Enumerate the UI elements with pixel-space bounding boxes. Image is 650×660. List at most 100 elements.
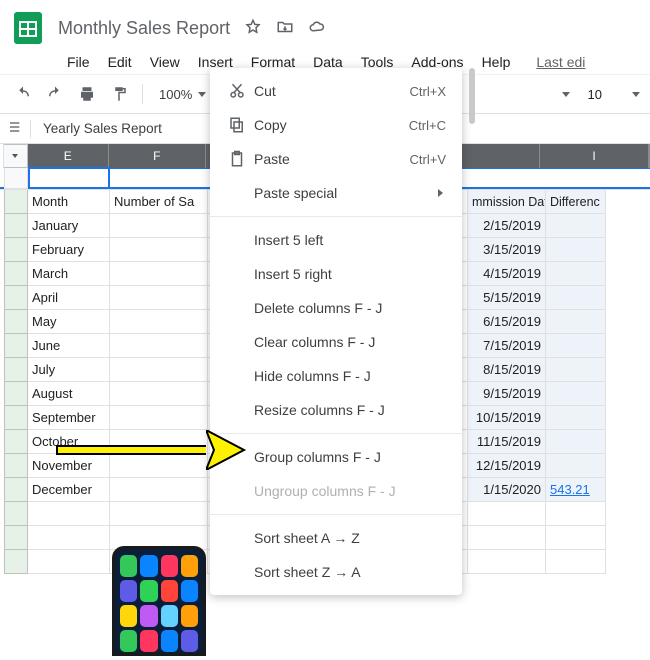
chevron-down-icon	[198, 92, 206, 97]
menu-sort-az[interactable]: Sort sheet A → Z	[210, 521, 462, 555]
move-icon[interactable]	[276, 18, 294, 39]
cell[interactable]	[110, 358, 208, 382]
menu-resize-columns[interactable]: Resize columns F - J	[210, 393, 462, 427]
cell-link[interactable]: 543.21	[546, 478, 606, 502]
row-header[interactable]	[4, 238, 28, 262]
menu-cut[interactable]: CutCtrl+X	[210, 74, 462, 108]
cell[interactable]	[110, 478, 208, 502]
cell-header-month[interactable]: Month	[28, 190, 110, 214]
menu-file[interactable]: File	[58, 50, 99, 74]
active-cell[interactable]	[28, 167, 110, 189]
menu-hide-columns[interactable]: Hide columns F - J	[210, 359, 462, 393]
column-header-i[interactable]: I	[540, 144, 649, 168]
cell-month[interactable]: April	[28, 286, 110, 310]
cell[interactable]	[110, 238, 208, 262]
row-header[interactable]	[4, 358, 28, 382]
document-title[interactable]: Monthly Sales Report	[52, 16, 236, 41]
star-icon[interactable]	[244, 18, 262, 39]
cell-link[interactable]	[546, 358, 606, 382]
menu-copy[interactable]: CopyCtrl+C	[210, 108, 462, 142]
cell-date[interactable]: 12/15/2019	[468, 454, 546, 478]
row-header[interactable]	[4, 406, 28, 430]
cell-link[interactable]	[546, 406, 606, 430]
cell-month[interactable]: March	[28, 262, 110, 286]
paint-format-button[interactable]	[106, 81, 132, 107]
cell-link[interactable]	[546, 238, 606, 262]
menu-insert-right[interactable]: Insert 5 right	[210, 257, 462, 291]
cell-header-sales[interactable]: Number of Sa	[110, 190, 208, 214]
menu-scrollbar[interactable]	[469, 68, 475, 124]
cell-header-comm[interactable]: mmission Date	[468, 190, 546, 214]
menu-paste-special[interactable]: Paste special	[210, 176, 462, 210]
row-header[interactable]	[4, 310, 28, 334]
menu-insert-left[interactable]: Insert 5 left	[210, 223, 462, 257]
cell-date[interactable]: 9/15/2019	[468, 382, 546, 406]
cell-link[interactable]	[546, 310, 606, 334]
cell-month[interactable]: August	[28, 382, 110, 406]
cell-link[interactable]	[546, 334, 606, 358]
cell-month[interactable]: May	[28, 310, 110, 334]
cell-month[interactable]: December	[28, 478, 110, 502]
cell-header-diff[interactable]: Differenc	[546, 190, 606, 214]
expand-column-button[interactable]	[4, 144, 28, 168]
column-header-f[interactable]: F	[109, 144, 206, 168]
menu-sort-za[interactable]: Sort sheet Z → A	[210, 555, 462, 589]
cell[interactable]	[110, 286, 208, 310]
row-header[interactable]	[4, 262, 28, 286]
cell-date[interactable]: 7/15/2019	[468, 334, 546, 358]
row-header[interactable]	[4, 430, 28, 454]
cell-month[interactable]: February	[28, 238, 110, 262]
cell[interactable]	[110, 406, 208, 430]
cell-date[interactable]: 3/15/2019	[468, 238, 546, 262]
cell-date[interactable]: 5/15/2019	[468, 286, 546, 310]
cell-date[interactable]: 2/15/2019	[468, 214, 546, 238]
row-header[interactable]	[4, 286, 28, 310]
menu-edit[interactable]: Edit	[99, 50, 141, 74]
cell-link[interactable]	[546, 286, 606, 310]
menu-view[interactable]: View	[141, 50, 189, 74]
cell-link[interactable]	[546, 214, 606, 238]
font-size-select[interactable]: 10	[578, 87, 624, 102]
cloud-icon[interactable]	[308, 18, 326, 39]
cell[interactable]	[110, 382, 208, 406]
cell-date[interactable]: 11/15/2019	[468, 430, 546, 454]
last-edit-link[interactable]: Last edi	[527, 50, 594, 74]
row-header[interactable]	[4, 454, 28, 478]
cut-icon	[228, 82, 254, 100]
cell-month[interactable]: January	[28, 214, 110, 238]
chevron-down-icon[interactable]	[562, 92, 570, 97]
cell-link[interactable]	[546, 382, 606, 406]
menu-paste[interactable]: PasteCtrl+V	[210, 142, 462, 176]
column-header-e[interactable]: E	[28, 144, 109, 168]
cell-link[interactable]	[546, 430, 606, 454]
menu-delete-columns[interactable]: Delete columns F - J	[210, 291, 462, 325]
chevron-down-icon[interactable]	[632, 92, 640, 97]
cell-link[interactable]	[546, 454, 606, 478]
menu-clear-columns[interactable]: Clear columns F - J	[210, 325, 462, 359]
cell-link[interactable]	[546, 262, 606, 286]
row-header[interactable]	[4, 478, 28, 502]
cell-date[interactable]: 6/15/2019	[468, 310, 546, 334]
cell-month[interactable]: September	[28, 406, 110, 430]
cell[interactable]	[110, 262, 208, 286]
row-header[interactable]	[4, 334, 28, 358]
sheets-logo[interactable]	[8, 8, 48, 48]
all-sheets-button[interactable]	[2, 119, 30, 138]
redo-button[interactable]	[42, 81, 68, 107]
print-button[interactable]	[74, 81, 100, 107]
menu-help[interactable]: Help	[473, 50, 520, 74]
undo-button[interactable]	[10, 81, 36, 107]
cell-month[interactable]: June	[28, 334, 110, 358]
cell-date[interactable]: 4/15/2019	[468, 262, 546, 286]
row-header[interactable]	[4, 214, 28, 238]
sheet-tab[interactable]: Yearly Sales Report	[31, 116, 174, 141]
cell-date[interactable]: 10/15/2019	[468, 406, 546, 430]
cell-date[interactable]: 1/15/2020	[468, 478, 546, 502]
cell[interactable]	[110, 310, 208, 334]
zoom-select[interactable]: 100%	[153, 87, 216, 102]
cell-month[interactable]: July	[28, 358, 110, 382]
cell-date[interactable]: 8/15/2019	[468, 358, 546, 382]
cell[interactable]	[110, 334, 208, 358]
cell[interactable]	[110, 214, 208, 238]
row-header[interactable]	[4, 382, 28, 406]
